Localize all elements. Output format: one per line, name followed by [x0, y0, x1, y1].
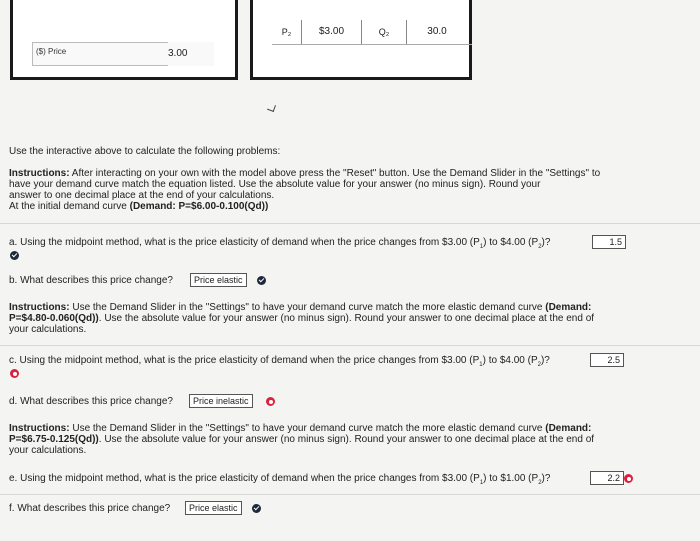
divider [0, 223, 700, 224]
instructions-3-demand-b: P=$6.75-0.125(Qd)) [9, 434, 99, 445]
question-b-text: b. What describes this price change? [9, 275, 173, 286]
instructions-1-line1: After interacting on your own with the m… [69, 168, 601, 179]
incorrect-icon [10, 369, 19, 378]
question-d-text: d. What describes this price change? [9, 396, 173, 407]
instructions-3-line2: . Use the absolute value for your answer… [98, 434, 595, 445]
correct-check-icon [257, 276, 266, 285]
instructions-1-line3: answer to one decimal place at the end o… [9, 190, 275, 201]
q2-value: 30.0 [427, 26, 447, 37]
instructions-2-line2: . Use the absolute value for your answer… [98, 313, 595, 324]
question-a-end: )? [541, 237, 551, 248]
instructions-1-line2: have your demand curve match the equatio… [9, 179, 541, 190]
instructions-2-demand-a: (Demand: [545, 302, 592, 313]
divider [0, 494, 700, 495]
instructions-3-line1: Use the Demand Slider in the "Settings" … [69, 423, 546, 434]
price-label: ($) Price [36, 47, 67, 56]
correct-check-icon [10, 251, 19, 260]
instructions-3-line3: your calculations. [9, 445, 87, 456]
divider [0, 345, 700, 346]
instructions-3-demand-a: (Demand: [545, 423, 592, 434]
graph-panel [10, 0, 238, 80]
instructions-1: Instructions: After interacting on your … [9, 168, 699, 212]
question-c-end: )? [540, 355, 550, 366]
instructions-2-line3: your calculations. [9, 324, 87, 335]
q2-label: Q₂ [362, 20, 407, 44]
correct-check-icon [252, 504, 261, 513]
instructions-2-demand-b: P=$4.80-0.060(Qd)) [9, 313, 99, 324]
intro-text: Use the interactive above to calculate t… [9, 146, 281, 157]
answer-d-select[interactable]: Price inelastic [189, 394, 253, 408]
instructions-3: Instructions: Use the Demand Slider in t… [9, 423, 699, 456]
question-e: e. Using the midpoint method, what is th… [9, 473, 550, 489]
instructions-2-line1: Use the Demand Slider in the "Settings" … [69, 302, 546, 313]
instructions-1-demand: (Demand: P=$6.00-0.100(Qd)) [129, 201, 269, 212]
instructions-1-label: Instructions: [9, 168, 70, 179]
question-a-text: a. Using the midpoint method, what is th… [9, 237, 480, 248]
instructions-2-label: Instructions: [9, 302, 70, 313]
question-a: a. Using the midpoint method, what is th… [9, 237, 550, 253]
question-f-text: f. What describes this price change? [9, 503, 171, 514]
p2-value: $3.00 [302, 20, 362, 44]
question-c-text: c. Using the midpoint method, what is th… [9, 355, 480, 366]
answer-c-input[interactable]: 2.5 [590, 353, 624, 367]
table-divider [272, 44, 472, 45]
answer-e-input[interactable]: 2.2 [590, 471, 624, 485]
graph-tick-mark [267, 103, 276, 112]
question-c: c. Using the midpoint method, what is th… [9, 355, 550, 371]
question-e-mid: ) to $1.00 (P [483, 473, 539, 484]
price-value[interactable]: 3.00 [168, 42, 214, 66]
question-e-text: e. Using the midpoint method, what is th… [9, 473, 480, 484]
answer-a-input[interactable]: 1.5 [592, 235, 626, 249]
instructions-3-label: Instructions: [9, 423, 70, 434]
p2-label: P₂ [272, 20, 302, 44]
answer-b-select[interactable]: Price elastic [190, 273, 247, 287]
question-a-mid: ) to $4.00 (P [483, 237, 539, 248]
incorrect-icon [266, 397, 275, 406]
instructions-1-line4: At the initial demand curve [9, 201, 130, 212]
incorrect-icon [624, 474, 633, 483]
instructions-2: Instructions: Use the Demand Slider in t… [9, 302, 699, 335]
question-c-mid: ) to $4.00 (P [482, 355, 538, 366]
answer-f-select[interactable]: Price elastic [185, 501, 242, 515]
question-e-end: )? [541, 473, 551, 484]
